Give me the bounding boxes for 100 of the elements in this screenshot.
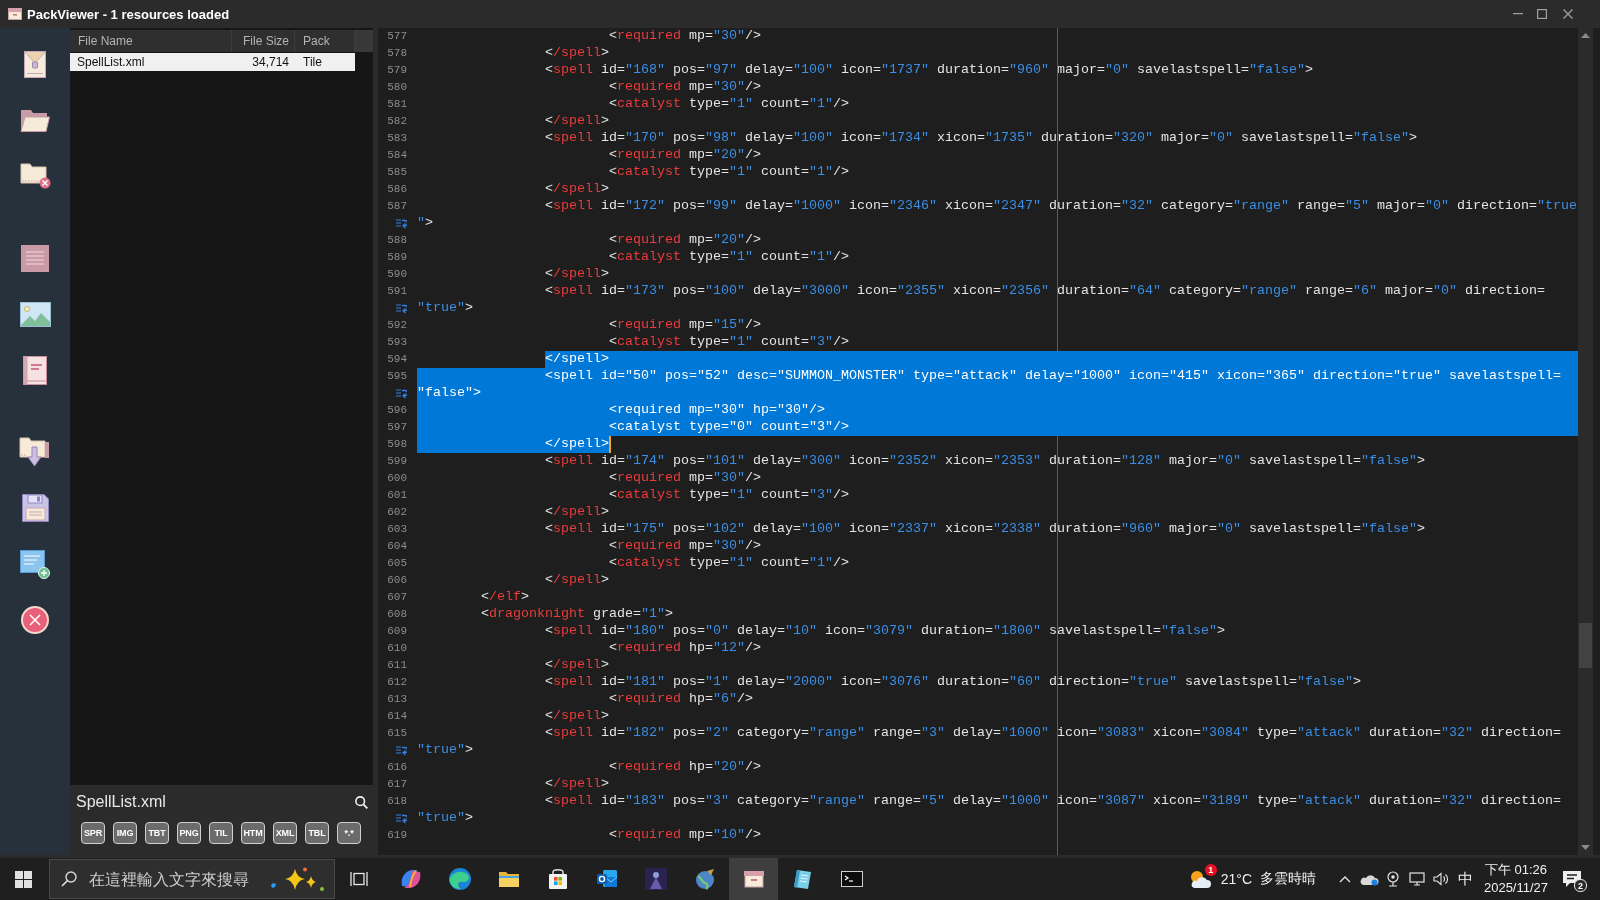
line-number: 596 xyxy=(387,403,407,418)
code-line: <required mp="30"/> xyxy=(608,538,761,555)
filter-button[interactable]: PNG xyxy=(177,822,201,844)
code-line: "true"> xyxy=(417,810,473,827)
folder-remove-icon[interactable] xyxy=(19,163,51,189)
chevron-up-icon[interactable] xyxy=(1339,875,1351,883)
line-number: 604 xyxy=(387,539,407,554)
code-line: </elf> xyxy=(481,589,529,606)
column-header[interactable]: File Name xyxy=(78,34,133,48)
column-header[interactable]: File Size xyxy=(243,34,289,48)
code-line: </spell> xyxy=(545,266,609,283)
filter-button[interactable]: *.* xyxy=(337,822,361,844)
speaker-icon[interactable] xyxy=(1432,872,1450,886)
code-line: <required hp="20"/> xyxy=(608,759,761,776)
line-number: 585 xyxy=(387,165,407,180)
line-number: 586 xyxy=(387,182,407,197)
close-circle-icon[interactable] xyxy=(21,606,49,634)
maximize-icon[interactable] xyxy=(1537,9,1547,19)
code-line: <required hp="12"/> xyxy=(608,640,761,657)
file-name-label: SpellList.xml xyxy=(76,793,166,811)
code-line: <spell id="174" pos="101" delay="300" icon="2352" xicon="2353" duration="128" major="0" savelastspell="false"> xyxy=(545,453,1425,470)
filter-button[interactable]: TBL xyxy=(305,822,329,844)
filter-button[interactable]: IMG xyxy=(113,822,137,844)
search-icon xyxy=(61,871,77,887)
text-cursor xyxy=(609,436,611,453)
file-row[interactable]: SpellList.xml 34,714 Tile xyxy=(70,53,355,71)
minimize-icon[interactable] xyxy=(1513,13,1523,15)
line-number: 615 xyxy=(387,726,407,741)
start-menu-icon[interactable] xyxy=(14,870,32,888)
app-tile-icon xyxy=(643,867,668,891)
envelope-icon[interactable] xyxy=(24,50,46,78)
input-method-indicator[interactable]: 中 xyxy=(1457,869,1473,889)
code-line: <required mp="30"/> xyxy=(608,470,761,487)
column-header[interactable]: Pack xyxy=(303,34,330,48)
filter-button[interactable]: TBT xyxy=(145,822,169,844)
code-line: </spell> xyxy=(545,351,609,368)
code-line: </spell> xyxy=(545,657,609,674)
network-icon[interactable] xyxy=(1409,872,1425,886)
line-number: 590 xyxy=(387,267,407,282)
code-line: <required mp="30"/> xyxy=(608,79,761,96)
scrollbar-thumb[interactable] xyxy=(1579,623,1592,668)
line-number: 601 xyxy=(387,488,407,503)
line-number: 588 xyxy=(387,233,407,248)
line-number: 602 xyxy=(387,505,407,520)
code-line: </spell> xyxy=(545,181,609,198)
scroll-down-icon[interactable] xyxy=(1581,845,1590,850)
code-line: </spell> xyxy=(545,45,609,62)
folder-download-icon[interactable] xyxy=(19,437,51,467)
line-number: 589 xyxy=(387,250,407,265)
filter-button[interactable]: XML xyxy=(273,822,297,844)
code-line: "false"> xyxy=(417,385,481,402)
close-icon[interactable] xyxy=(1563,9,1573,19)
code-line: <catalyst type="1" count="1"/> xyxy=(608,555,849,572)
line-number: 603 xyxy=(387,522,407,537)
clock[interactable]: 下午 01:26 2025/11/27 xyxy=(1477,861,1555,897)
line-number: 583 xyxy=(387,131,407,146)
search-field[interactable]: 在這裡輸入文字來搜尋 xyxy=(49,859,335,899)
webcam-icon[interactable] xyxy=(1386,871,1400,887)
code-line: <catalyst type="1" count="3"/> xyxy=(608,334,849,351)
code-line: <spell id="172" pos="99" delay="1000" icon="2346" xicon="2347" duration="32" category="range" range="5" major="0" direction="true xyxy=(545,198,1577,215)
code-line: "true"> xyxy=(417,300,473,317)
search-icon[interactable] xyxy=(355,795,368,809)
code-line: "> xyxy=(417,215,433,232)
book-icon[interactable] xyxy=(23,355,47,385)
code-line: <required mp="10"/> xyxy=(608,827,761,844)
image-icon[interactable] xyxy=(19,301,51,327)
file-name-text: SpellList.xml xyxy=(77,55,145,69)
line-number: 605 xyxy=(387,556,407,571)
code-line: <required mp="30" hp="30"/> xyxy=(608,402,825,419)
folder-icon[interactable] xyxy=(20,108,50,132)
code-line: <spell id="183" pos="3" category="range" range="5" delay="1000" icon="3087" xicon="3189" type="attack" duration="32" direction= xyxy=(545,793,1561,810)
line-number: 607 xyxy=(387,590,407,605)
wrap-icon xyxy=(396,813,407,824)
filter-button[interactable]: HTM xyxy=(241,822,265,844)
code-line: <catalyst type="1" count="3"/> xyxy=(608,487,849,504)
line-number: 616 xyxy=(387,760,407,775)
scroll-up-icon[interactable] xyxy=(1581,33,1590,38)
line-number: 578 xyxy=(387,46,407,61)
filter-button[interactable]: SPR xyxy=(81,822,105,844)
line-number: 581 xyxy=(387,97,407,112)
code-line: <required hp="6"/> xyxy=(608,691,753,708)
line-number: 582 xyxy=(387,114,407,129)
line-number: 597 xyxy=(387,420,407,435)
task-view-icon[interactable] xyxy=(350,871,368,887)
text-lines-icon[interactable] xyxy=(21,244,49,272)
line-number: 595 xyxy=(387,369,407,384)
line-number: 584 xyxy=(387,148,407,163)
code-line: <required mp="30"/> xyxy=(608,28,761,45)
file-size-text: 34,714 xyxy=(252,55,289,69)
cloud-icon[interactable] xyxy=(1359,872,1379,886)
code-line: </spell> xyxy=(545,113,609,130)
search-input[interactable]: 在這裡輸入文字來搜尋 xyxy=(89,869,259,889)
taskbar-button[interactable] xyxy=(729,858,778,900)
code-line: </spell> xyxy=(545,776,609,793)
wrap-icon xyxy=(396,218,407,229)
filter-button[interactable]: TIL xyxy=(209,822,233,844)
line-number: 600 xyxy=(387,471,407,486)
save-icon[interactable] xyxy=(21,494,49,522)
note-add-icon[interactable] xyxy=(20,549,50,579)
code-line: <catalyst type="1" count="1"/> xyxy=(608,96,849,113)
